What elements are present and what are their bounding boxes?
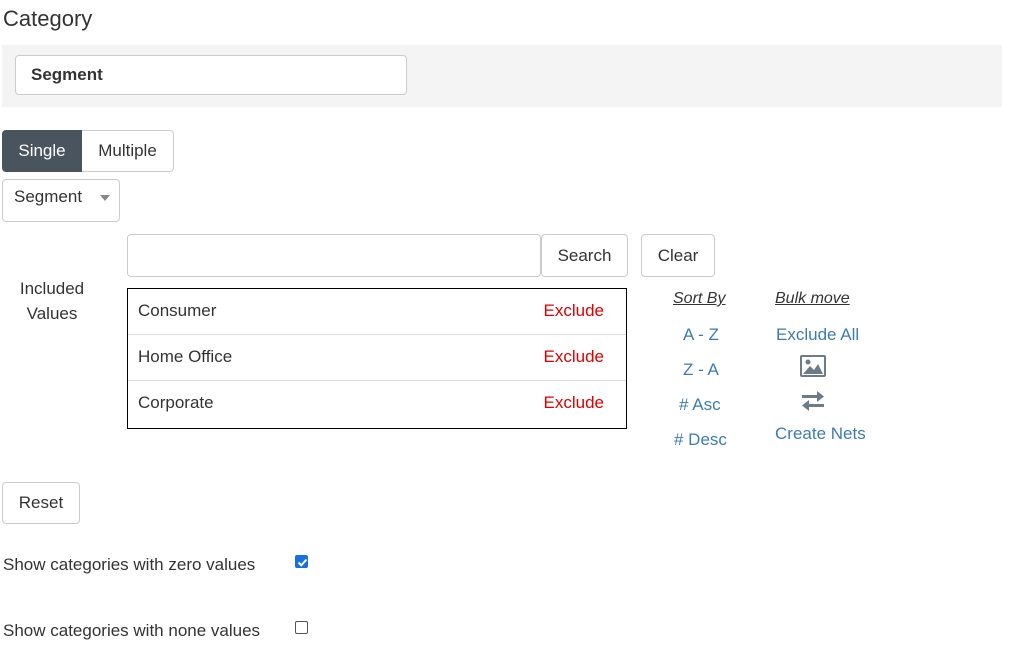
mode-toggle-group: Single Multiple <box>2 130 174 172</box>
sort-z-a-link[interactable]: Z - A <box>683 360 719 380</box>
sort-by-header: Sort By <box>673 290 726 307</box>
exclude-all-link[interactable]: Exclude All <box>776 325 859 345</box>
dropdown-selected-value: Segment <box>14 187 83 206</box>
sort-count-desc-link[interactable]: # Desc <box>674 430 727 450</box>
exclude-link[interactable]: Exclude <box>544 347 604 367</box>
reset-button[interactable]: Reset <box>2 482 80 524</box>
checkmark-icon <box>297 558 308 567</box>
multiple-button[interactable]: Multiple <box>82 130 174 172</box>
exclude-link[interactable]: Exclude <box>544 301 604 321</box>
value-name: Corporate <box>138 393 214 412</box>
chevron-down-icon <box>100 195 110 201</box>
list-item: Consumer Exclude <box>128 289 626 335</box>
sort-count-asc-link[interactable]: # Asc <box>679 395 721 415</box>
none-values-checkbox[interactable] <box>295 621 308 634</box>
included-values-label: Included Values <box>19 279 85 323</box>
zero-values-label: Show categories with zero values <box>3 555 256 574</box>
search-button[interactable]: Search <box>541 234 628 277</box>
bulk-move-header: Bulk move <box>775 290 850 307</box>
search-input[interactable] <box>127 234 541 277</box>
category-input[interactable] <box>15 55 407 95</box>
page-title: Category <box>3 6 93 31</box>
category-panel <box>2 45 1002 107</box>
single-button[interactable]: Single <box>2 130 82 172</box>
zero-values-checkbox[interactable] <box>295 555 308 568</box>
segment-dropdown[interactable]: Segment <box>2 179 120 222</box>
create-nets-link[interactable]: Create Nets <box>775 424 866 444</box>
value-name: Home Office <box>138 347 233 366</box>
list-item: Home Office Exclude <box>128 335 626 381</box>
swap-arrows-icon[interactable] <box>800 390 826 412</box>
list-item: Corporate Exclude <box>128 381 626 427</box>
sort-a-z-link[interactable]: A - Z <box>683 325 719 345</box>
image-icon[interactable] <box>800 354 826 378</box>
value-name: Consumer <box>138 301 217 320</box>
exclude-link[interactable]: Exclude <box>544 393 604 413</box>
included-values-list: Consumer Exclude Home Office Exclude Cor… <box>127 288 627 429</box>
clear-button[interactable]: Clear <box>641 234 715 277</box>
none-values-label: Show categories with none values <box>3 621 261 640</box>
